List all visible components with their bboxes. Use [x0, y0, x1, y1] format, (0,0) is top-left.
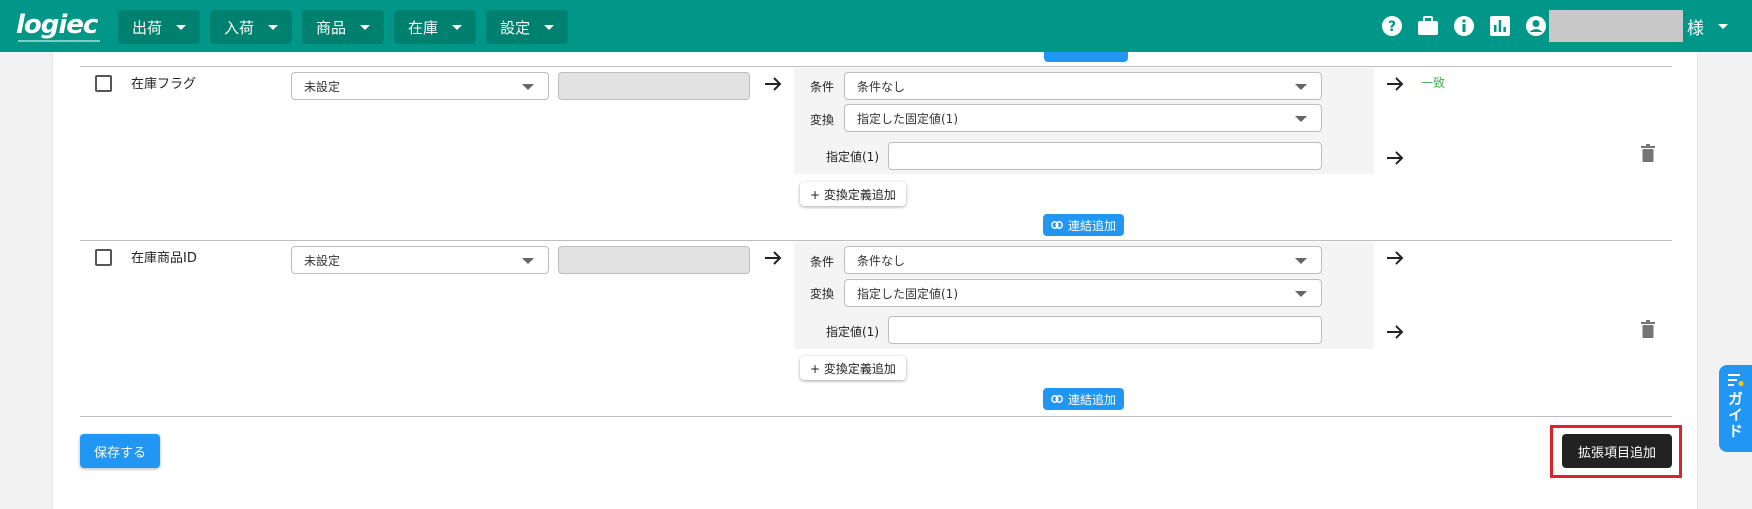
select-value: 指定した固定値(1): [857, 286, 958, 301]
guide-list-icon: [1727, 374, 1744, 387]
select-value: 条件なし: [857, 253, 906, 268]
arrow-right-icon: [1387, 151, 1404, 165]
nav-inventory-button[interactable]: 在庫: [394, 10, 477, 44]
row-checkbox[interactable]: [95, 75, 112, 92]
app-header: logiec 出荷 入荷 商品 在庫 設定 ? 様: [0, 0, 1752, 52]
nav-label: 商品: [316, 18, 347, 37]
caret-down-icon: [360, 24, 371, 30]
caret-down-icon: [1295, 291, 1307, 297]
link-add-label: 連結追加: [1068, 218, 1117, 233]
user-menu-caret-icon[interactable]: [1718, 23, 1728, 29]
condition-label: 条件: [810, 80, 835, 94]
select-value: 未設定: [304, 253, 341, 268]
nav-label: 出荷: [132, 18, 163, 37]
guide-tab[interactable]: ガイド: [1719, 365, 1752, 452]
info-icon[interactable]: [1453, 15, 1475, 37]
arrow-right-icon: [765, 251, 782, 265]
condition-select[interactable]: 条件なし: [844, 246, 1322, 274]
main-nav: 出荷 入荷 商品 在庫 設定: [118, 10, 569, 44]
caret-down-icon: [268, 24, 279, 30]
nav-product-button[interactable]: 商品: [302, 10, 385, 44]
select-value: 指定した固定値(1): [857, 111, 958, 126]
fixed-value-input[interactable]: [888, 316, 1322, 344]
add-conversion-button[interactable]: + 変換定義追加: [800, 182, 906, 206]
source-value-input-disabled: [558, 246, 750, 274]
caret-down-icon: [452, 24, 463, 30]
arrow-right-icon: [1387, 325, 1404, 339]
caret-down-icon: [1295, 116, 1307, 122]
link-icon: [1051, 221, 1063, 229]
conversion-label: 変換: [810, 287, 835, 301]
source-value-input-disabled: [558, 72, 750, 100]
select-value: 未設定: [304, 79, 341, 94]
nav-label: 設定: [500, 18, 531, 37]
nav-label: 入荷: [224, 18, 255, 37]
nav-settings-button[interactable]: 設定: [486, 10, 569, 44]
nav-shipping-button[interactable]: 出荷: [118, 10, 201, 44]
trash-icon[interactable]: [1641, 320, 1655, 338]
user-suffix: 様: [1687, 18, 1704, 39]
row-divider: [80, 240, 1672, 241]
trash-icon[interactable]: [1641, 144, 1655, 162]
guide-label: ガイド: [1726, 391, 1744, 439]
field-label: 在庫商品ID: [131, 251, 197, 266]
arrow-right-icon: [765, 77, 782, 91]
account-circle-icon[interactable]: [1525, 15, 1547, 37]
caret-down-icon: [544, 24, 555, 30]
save-button[interactable]: 保存する: [80, 434, 160, 468]
briefcase-icon[interactable]: [1417, 15, 1439, 37]
conversion-label: 変換: [810, 113, 835, 127]
row-divider: [80, 66, 1672, 67]
row-checkbox[interactable]: [95, 249, 112, 266]
caret-down-icon: [176, 24, 187, 30]
logo-underline: [18, 40, 100, 42]
conversion-select[interactable]: 指定した固定値(1): [844, 279, 1322, 307]
arrow-right-icon: [1387, 77, 1404, 91]
bar-chart-icon[interactable]: [1489, 15, 1511, 37]
add-conversion-button[interactable]: + 変換定義追加: [800, 356, 906, 380]
section-divider: [80, 416, 1672, 417]
arrow-right-icon: [1387, 251, 1404, 265]
logo[interactable]: logiec: [16, 10, 98, 40]
nav-receiving-button[interactable]: 入荷: [210, 10, 293, 44]
help-icon[interactable]: ?: [1381, 15, 1403, 37]
field-label: 在庫フラグ: [131, 77, 197, 92]
mapping-select[interactable]: 未設定: [291, 246, 549, 274]
link-add-button[interactable]: 連結追加: [1043, 214, 1125, 236]
link-add-button-partial[interactable]: [1044, 52, 1128, 62]
svg-text:?: ?: [1388, 19, 1396, 35]
select-value: 条件なし: [857, 79, 906, 94]
match-result: 一致: [1421, 76, 1446, 90]
link-add-label: 連結追加: [1068, 392, 1117, 407]
link-add-button[interactable]: 連結追加: [1043, 388, 1125, 410]
nav-label: 在庫: [408, 18, 439, 37]
header-icons: ? 様: [1381, 0, 1752, 52]
add-extension-field-button[interactable]: 拡張項目追加: [1562, 434, 1672, 468]
caret-down-icon: [1295, 258, 1307, 264]
link-icon: [1051, 395, 1063, 403]
user-name-redacted: [1549, 10, 1683, 42]
mapping-select[interactable]: 未設定: [291, 72, 549, 100]
conversion-select[interactable]: 指定した固定値(1): [844, 104, 1322, 132]
caret-down-icon: [522, 258, 534, 264]
caret-down-icon: [1295, 84, 1307, 90]
caret-down-icon: [522, 84, 534, 90]
fixed-value-label: 指定値(1): [826, 325, 879, 339]
fixed-value-input[interactable]: [888, 142, 1322, 170]
condition-label: 条件: [810, 255, 835, 269]
condition-select[interactable]: 条件なし: [844, 72, 1322, 100]
fixed-value-label: 指定値(1): [826, 150, 879, 164]
